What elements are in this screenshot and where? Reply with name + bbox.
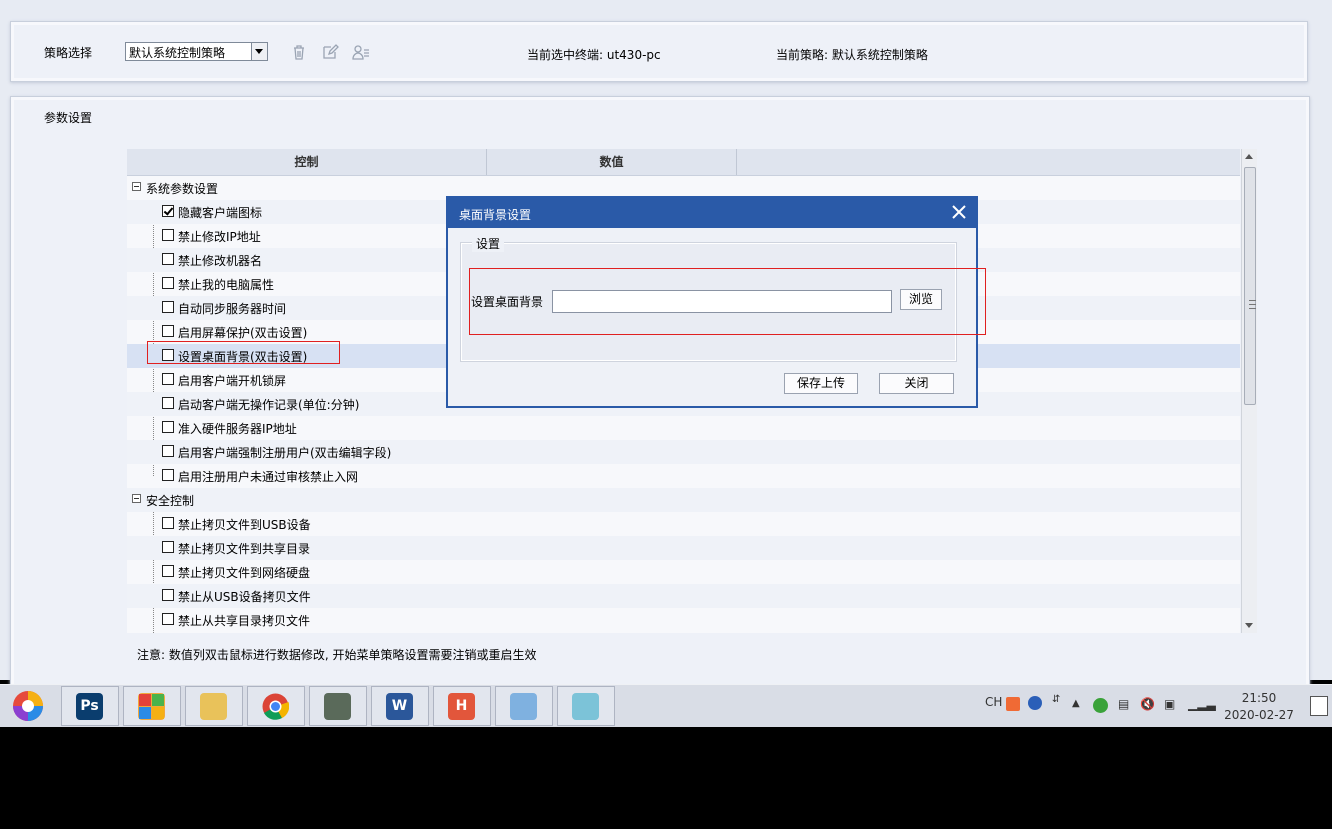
dialog-titlebar[interactable]: 桌面背景设置 bbox=[448, 198, 976, 228]
taskbar-app-chrome[interactable] bbox=[247, 686, 305, 726]
checkbox[interactable] bbox=[162, 421, 174, 433]
current-terminal: 当前选中终端: ut430-pc bbox=[527, 48, 661, 62]
clock-date: 2020-02-27 bbox=[1224, 708, 1294, 722]
taskbar-app-word[interactable]: W bbox=[371, 686, 429, 726]
dialog-title: 桌面背景设置 bbox=[459, 208, 532, 222]
chevron-down-icon[interactable] bbox=[251, 43, 267, 60]
table-header: 控制 数值 bbox=[127, 149, 1240, 176]
clipboard-icon[interactable]: ▤ bbox=[1118, 697, 1129, 711]
scroll-down-icon[interactable] bbox=[1245, 623, 1253, 628]
highlight-box-row bbox=[147, 341, 340, 364]
taskbar-app-network-tool[interactable] bbox=[309, 686, 367, 726]
taskbar-app-notepad[interactable] bbox=[557, 686, 615, 726]
network-tool-icon bbox=[324, 693, 351, 720]
checkbox[interactable] bbox=[162, 469, 174, 481]
checkbox[interactable] bbox=[162, 589, 174, 601]
table-row[interactable]: 禁止拷贝文件到USB设备 bbox=[127, 512, 1240, 536]
hbuilder-icon: H bbox=[448, 693, 475, 720]
strategy-select[interactable]: 默认系统控制策略 bbox=[125, 42, 268, 61]
table-row[interactable]: 禁止从USB设备拷贝文件 bbox=[127, 584, 1240, 608]
notepad-icon bbox=[572, 693, 599, 720]
table-row[interactable]: 禁止从共享目录拷贝文件 bbox=[127, 608, 1240, 632]
security-tray-icon[interactable] bbox=[1093, 698, 1108, 713]
start-button[interactable] bbox=[10, 688, 46, 724]
taskbar-app-tiles[interactable] bbox=[123, 686, 181, 726]
help-icon[interactable] bbox=[1028, 696, 1042, 710]
signal-icon[interactable]: ▁▂▃ bbox=[1188, 697, 1216, 711]
strategy-select-value: 默认系统控制策略 bbox=[129, 46, 226, 60]
tray-expand-icon[interactable]: ▲ bbox=[1072, 698, 1080, 709]
checkbox[interactable] bbox=[162, 373, 174, 385]
checkbox[interactable] bbox=[162, 541, 174, 553]
table-row[interactable]: 准入硬件服务器IP地址 bbox=[127, 416, 1240, 440]
start-orb-icon bbox=[13, 691, 43, 721]
table-row[interactable]: 启用客户端强制注册用户(双击编辑字段) bbox=[127, 440, 1240, 464]
params-title: 参数设置 bbox=[44, 111, 93, 125]
params-note: 注意: 数值列双击鼠标进行数据修改, 开始菜单策略设置需要注销或重启生效 bbox=[137, 648, 537, 662]
volume-muted-icon[interactable]: 🔇 bbox=[1140, 697, 1155, 711]
checkbox[interactable] bbox=[162, 229, 174, 241]
save-upload-button[interactable]: 保存上传 bbox=[784, 373, 858, 394]
column-header-control[interactable]: 控制 bbox=[127, 149, 487, 175]
highlight-box-dialog bbox=[469, 268, 986, 335]
table-row[interactable]: 启用注册用户未通过审核禁止入网 bbox=[127, 464, 1240, 488]
remote-desktop-icon bbox=[510, 693, 537, 720]
grip-icon bbox=[1249, 300, 1256, 309]
taskbar-app-explorer[interactable] bbox=[185, 686, 243, 726]
action-center-icon[interactable] bbox=[1310, 696, 1328, 716]
table-row[interactable]: 禁止拷贝文件到共享目录 bbox=[127, 536, 1240, 560]
tree-group-security[interactable]: 安全控制 bbox=[127, 488, 1240, 512]
word-icon: W bbox=[386, 693, 413, 720]
column-header-value[interactable]: 数值 bbox=[487, 149, 737, 175]
table-row[interactable]: 禁止拷贝文件到网络硬盘 bbox=[127, 560, 1240, 584]
checkbox[interactable] bbox=[162, 205, 174, 217]
user-settings-icon[interactable] bbox=[351, 43, 369, 61]
taskbar-app-photoshop[interactable]: Ps bbox=[61, 686, 119, 726]
taskbar-app-hbuilder[interactable]: H bbox=[433, 686, 491, 726]
clock-time: 21:50 bbox=[1241, 691, 1277, 705]
settings-group-legend: 设置 bbox=[472, 235, 505, 252]
scroll-up-icon[interactable] bbox=[1245, 154, 1253, 159]
checkbox[interactable] bbox=[162, 613, 174, 625]
taskbar-app-remote[interactable] bbox=[495, 686, 553, 726]
clock[interactable]: 21:50 2020-02-27 bbox=[1224, 690, 1294, 724]
checkbox[interactable] bbox=[162, 325, 174, 337]
current-strategy: 当前策略: 默认系统控制策略 bbox=[776, 48, 928, 62]
tiles-icon bbox=[138, 693, 165, 720]
checkbox[interactable] bbox=[162, 397, 174, 409]
edit-icon[interactable] bbox=[321, 43, 339, 61]
collapse-icon[interactable] bbox=[132, 182, 141, 191]
network-disabled-icon[interactable]: ▣ bbox=[1164, 697, 1175, 711]
trash-icon[interactable] bbox=[290, 43, 308, 61]
strategy-label: 策略选择 bbox=[44, 46, 93, 60]
input-method-icon[interactable] bbox=[1006, 697, 1020, 711]
checkbox[interactable] bbox=[162, 565, 174, 577]
ime-indicator[interactable]: CH bbox=[985, 695, 1002, 709]
close-icon[interactable] bbox=[948, 201, 970, 223]
close-button[interactable]: 关闭 bbox=[879, 373, 954, 394]
chrome-icon bbox=[262, 693, 290, 720]
checkbox[interactable] bbox=[162, 517, 174, 529]
photoshop-icon: Ps bbox=[76, 693, 103, 720]
checkbox[interactable] bbox=[162, 277, 174, 289]
scroll-thumb[interactable] bbox=[1244, 167, 1256, 405]
table-scrollbar[interactable] bbox=[1241, 149, 1257, 633]
checkbox[interactable] bbox=[162, 301, 174, 313]
folder-icon bbox=[200, 693, 227, 720]
checkbox[interactable] bbox=[162, 253, 174, 265]
checkbox[interactable] bbox=[162, 445, 174, 457]
window-switch-icon[interactable]: ⇵ bbox=[1052, 694, 1060, 705]
collapse-icon[interactable] bbox=[132, 494, 141, 503]
